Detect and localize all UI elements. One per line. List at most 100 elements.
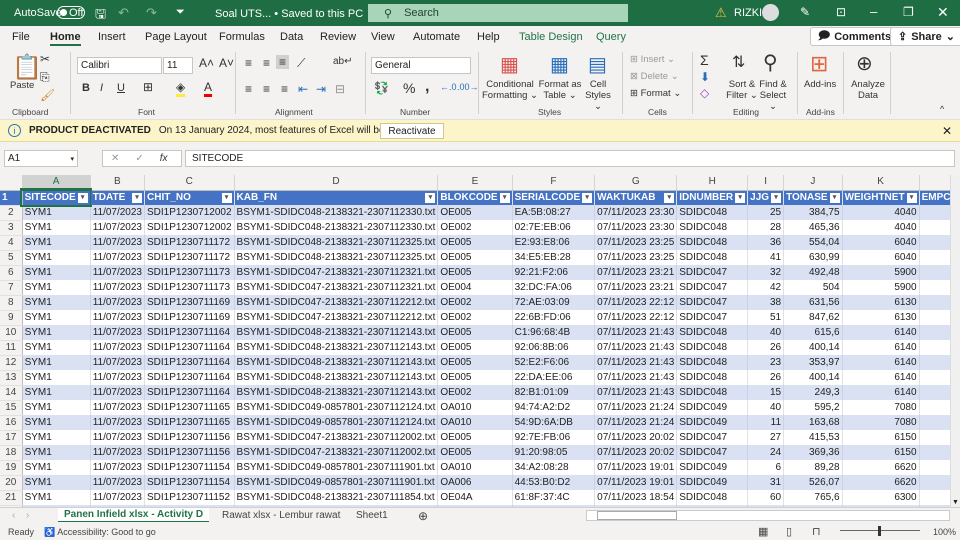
reactivate-button[interactable]: Reactivate xyxy=(380,123,444,139)
cell[interactable]: E2:93:E8:06 xyxy=(512,235,596,250)
cell[interactable]: 34:A2:08:28 xyxy=(512,460,596,475)
document-title[interactable]: Soal UTS... • Saved to this PC ⌄ xyxy=(215,7,375,20)
cell[interactable]: 6140 xyxy=(842,325,920,340)
tab-page-layout[interactable]: Page Layout xyxy=(145,31,207,43)
cell[interactable]: 765,6 xyxy=(783,490,843,505)
cell[interactable]: SYM1 xyxy=(22,445,91,460)
column-header-L[interactable]: L xyxy=(919,175,950,191)
row-header[interactable]: 4 xyxy=(0,235,23,251)
cell[interactable]: 6150 xyxy=(842,445,920,460)
sort-filter-button[interactable]: Sort & Filter ⌄ xyxy=(724,79,760,101)
borders-icon[interactable]: ⊞ xyxy=(143,80,153,94)
cell[interactable]: BSYM1-SDIDC049-0857801-2307112124.txt xyxy=(234,415,439,430)
column-header-H[interactable]: H xyxy=(676,175,749,191)
cell[interactable]: SDI1P1230711169 xyxy=(144,295,235,310)
cell[interactable]: SYM1 xyxy=(22,475,91,490)
cell[interactable]: 22:DA:EE:06 xyxy=(512,370,596,385)
cell[interactable]: OE005 xyxy=(437,235,513,250)
sheet-tab[interactable]: Sheet1 xyxy=(350,508,394,523)
vertical-scrollbar[interactable]: ▼ xyxy=(950,175,960,507)
cell[interactable]: 630,99 xyxy=(783,250,843,265)
row-header[interactable]: 11 xyxy=(0,340,23,356)
cell[interactable]: 11 xyxy=(747,415,785,430)
cell[interactable]: 11/07/2023 xyxy=(90,205,146,220)
cell[interactable]: BSYM1-SDIDC047-2138321-2307112212.txt xyxy=(234,310,439,325)
cell[interactable]: 1 xyxy=(919,340,950,355)
cell[interactable]: 07/11/2023 23:25 xyxy=(594,235,678,250)
cell[interactable]: SDI1P1230711152 xyxy=(144,490,235,505)
warning-icon[interactable]: ⚠ xyxy=(715,5,727,21)
cell[interactable]: 32 xyxy=(747,265,785,280)
user-name[interactable]: RIZKI xyxy=(734,7,762,19)
tab-query[interactable]: Query xyxy=(596,31,626,43)
cell[interactable]: 1 xyxy=(919,460,950,475)
cell[interactable]: SYM1 xyxy=(22,400,91,415)
increase-indent-icon[interactable]: ⇥ xyxy=(316,82,326,96)
cell[interactable]: 11/07/2023 xyxy=(90,400,146,415)
cell[interactable]: SDIDC048 xyxy=(676,205,749,220)
cell[interactable]: BSYM1-SDIDC048-2138321-2307112330.txt xyxy=(234,220,439,235)
cell[interactable]: 92:21:F2:06 xyxy=(512,265,596,280)
name-box[interactable]: A1 ▾ xyxy=(4,150,78,167)
comments-button[interactable]: 🗩 Comments xyxy=(810,27,900,46)
cell[interactable]: 6620 xyxy=(842,460,920,475)
cell[interactable]: SYM1 xyxy=(22,355,91,370)
cell[interactable]: SYM1 xyxy=(22,325,91,340)
cell[interactable]: SYM1 xyxy=(22,430,91,445)
cell[interactable]: 465,36 xyxy=(783,220,843,235)
cell[interactable]: 4040 xyxy=(842,205,920,220)
spreadsheet-grid[interactable]: ABCDEFGHIJKL1SITECODE▾TDATE▾CHIT_NO▾KAB_… xyxy=(0,175,950,507)
wrap-text-icon[interactable]: ab↵ xyxy=(333,56,353,67)
cell[interactable]: SDI1P1230711164 xyxy=(144,370,235,385)
conditional-formatting-icon[interactable]: ▦ xyxy=(500,52,519,77)
cell[interactable]: BSYM1-SDIDC047-2138321-2307112321.txt xyxy=(234,265,439,280)
close-message-icon[interactable]: ✕ xyxy=(942,124,952,138)
fill-icon[interactable]: ⬇ xyxy=(700,70,710,84)
row-header[interactable]: 1 xyxy=(0,190,23,206)
cell[interactable]: SDIDC048 xyxy=(676,490,749,505)
cell[interactable]: 4040 xyxy=(842,220,920,235)
align-top-icon[interactable]: ≡ xyxy=(245,56,252,70)
cell[interactable]: 415,53 xyxy=(783,430,843,445)
cell[interactable]: 07/11/2023 22:12 xyxy=(594,295,678,310)
cell[interactable]: OE005 xyxy=(437,370,513,385)
cell[interactable]: 163,68 xyxy=(783,415,843,430)
cell[interactable]: 11/07/2023 xyxy=(90,370,146,385)
cell[interactable]: SYM1 xyxy=(22,415,91,430)
tab-view[interactable]: View xyxy=(371,31,395,43)
cell[interactable]: BSYM1-SDIDC048-2138321-2307112330.txt xyxy=(234,205,439,220)
cell[interactable]: 6130 xyxy=(842,295,920,310)
column-header-J[interactable]: J xyxy=(783,175,843,191)
cell[interactable]: 07/11/2023 22:12 xyxy=(594,310,678,325)
align-right-icon[interactable]: ≡ xyxy=(281,82,288,96)
cell[interactable]: SDIDC047 xyxy=(676,310,749,325)
number-format-select[interactable]: General xyxy=(371,57,471,74)
add-ins-button[interactable]: Add-ins xyxy=(804,79,836,90)
cell[interactable]: 847,62 xyxy=(783,310,843,325)
cell[interactable]: SDIDC049 xyxy=(676,460,749,475)
cell[interactable]: 1 xyxy=(919,385,950,400)
table-header-cell[interactable]: WEIGHTNET ▾ xyxy=(842,190,920,205)
cell[interactable]: OA010 xyxy=(437,460,513,475)
cell[interactable]: 51 xyxy=(747,310,785,325)
cell[interactable]: 400,14 xyxy=(783,340,843,355)
cell[interactable]: 07/11/2023 23:21 xyxy=(594,265,678,280)
cell[interactable]: 6620 xyxy=(842,475,920,490)
row-header[interactable]: 8 xyxy=(0,295,23,311)
cell[interactable]: SDI1P1230711173 xyxy=(144,280,235,295)
cell[interactable]: SDIDC049 xyxy=(676,475,749,490)
merge-center-icon[interactable]: ⊟ xyxy=(335,82,345,96)
cell[interactable]: OA010 xyxy=(437,415,513,430)
row-header[interactable]: 5 xyxy=(0,250,23,266)
ribbon-display-icon[interactable]: ⊡ xyxy=(836,5,846,19)
cell[interactable]: SDI1P1230712002 xyxy=(144,205,235,220)
filter-dropdown-icon[interactable]: ▾ xyxy=(582,192,593,203)
italic-button[interactable]: I xyxy=(100,82,103,94)
row-header[interactable]: 2 xyxy=(0,205,23,221)
collapse-ribbon-icon[interactable]: ^ xyxy=(940,104,944,114)
cell[interactable]: 11/07/2023 xyxy=(90,415,146,430)
row-header[interactable]: 15 xyxy=(0,400,23,416)
decrease-decimal-icon[interactable]: .00→ xyxy=(457,82,479,92)
cell[interactable]: SDIDC048 xyxy=(676,340,749,355)
cell[interactable]: 72:AE:03:09 xyxy=(512,295,596,310)
